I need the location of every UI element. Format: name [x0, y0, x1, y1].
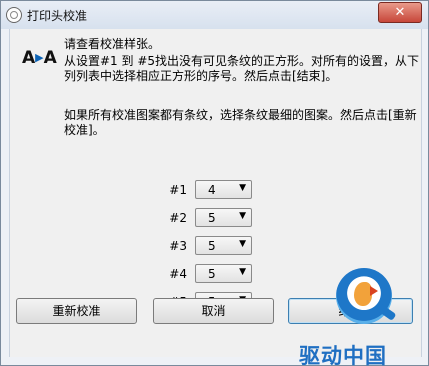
setting-1-select[interactable]: 4 ▼: [195, 180, 252, 199]
setting-1-label: #1: [169, 183, 187, 197]
alignment-aa-icon: A▶A: [22, 48, 57, 68]
dropdown-arrow-icon: ▼: [239, 267, 246, 277]
bird-beak-icon: [370, 286, 378, 296]
instruction-line-1: 请查看校准样张。: [64, 37, 161, 51]
instruction-line-3: 如果所有校准图案都有条纹，选择条纹最细的图案。然后点击[重新校准]。: [64, 108, 417, 137]
title-bar[interactable]: 打印头校准 ✕: [1, 1, 428, 29]
setting-4-label: #4: [169, 267, 187, 281]
setting-3-label: #3: [169, 239, 187, 253]
setting-3-select[interactable]: 5 ▼: [195, 236, 252, 255]
setting-2-select[interactable]: 5 ▼: [195, 208, 252, 227]
dropdown-arrow-icon: ▼: [239, 211, 246, 221]
setting-4-value: 5: [208, 267, 216, 281]
site-watermark-logo: 驱动中国: [296, 268, 429, 366]
setting-2-value: 5: [208, 211, 216, 225]
close-button[interactable]: ✕: [378, 2, 422, 23]
cancel-button[interactable]: 取消: [153, 298, 274, 324]
printer-app-icon: [6, 7, 22, 23]
watermark-text: 驱动中国: [299, 344, 387, 366]
dropdown-arrow-icon: ▼: [239, 239, 246, 249]
setting-2-label: #2: [169, 211, 187, 225]
window-title: 打印头校准: [27, 9, 88, 23]
setting-3-value: 5: [208, 239, 216, 253]
setting-1-value: 4: [208, 183, 216, 197]
recalibrate-button[interactable]: 重新校准: [16, 298, 137, 324]
setting-4-select[interactable]: 5 ▼: [195, 264, 252, 283]
dropdown-arrow-icon: ▼: [239, 183, 246, 193]
instruction-line-2: 从设置#1 到 #5找出没有可见条纹的正方形。对所有的设置，从下列列表中选择相应…: [64, 54, 420, 83]
